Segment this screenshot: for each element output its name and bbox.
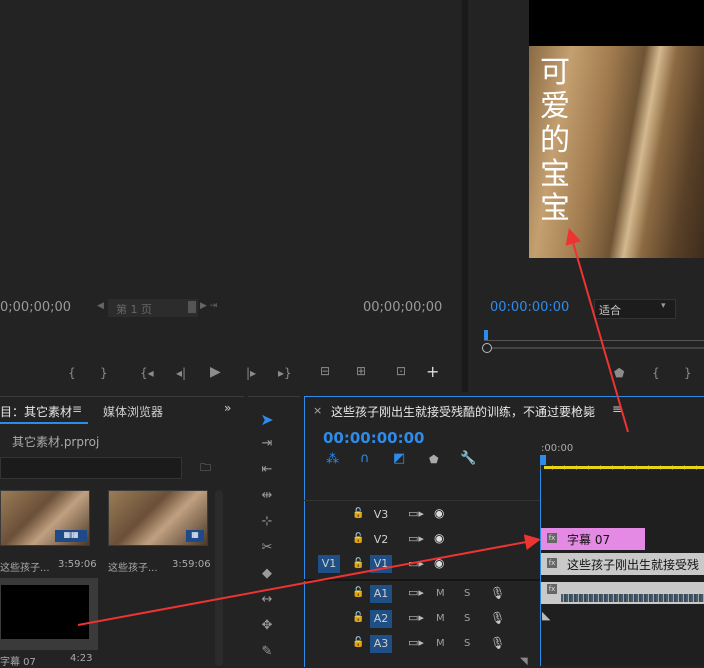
annotation-arrow-to-title: [565, 228, 629, 433]
annotation-overlay: [77, 228, 629, 626]
annotation-arrow-to-clip: [77, 534, 541, 626]
